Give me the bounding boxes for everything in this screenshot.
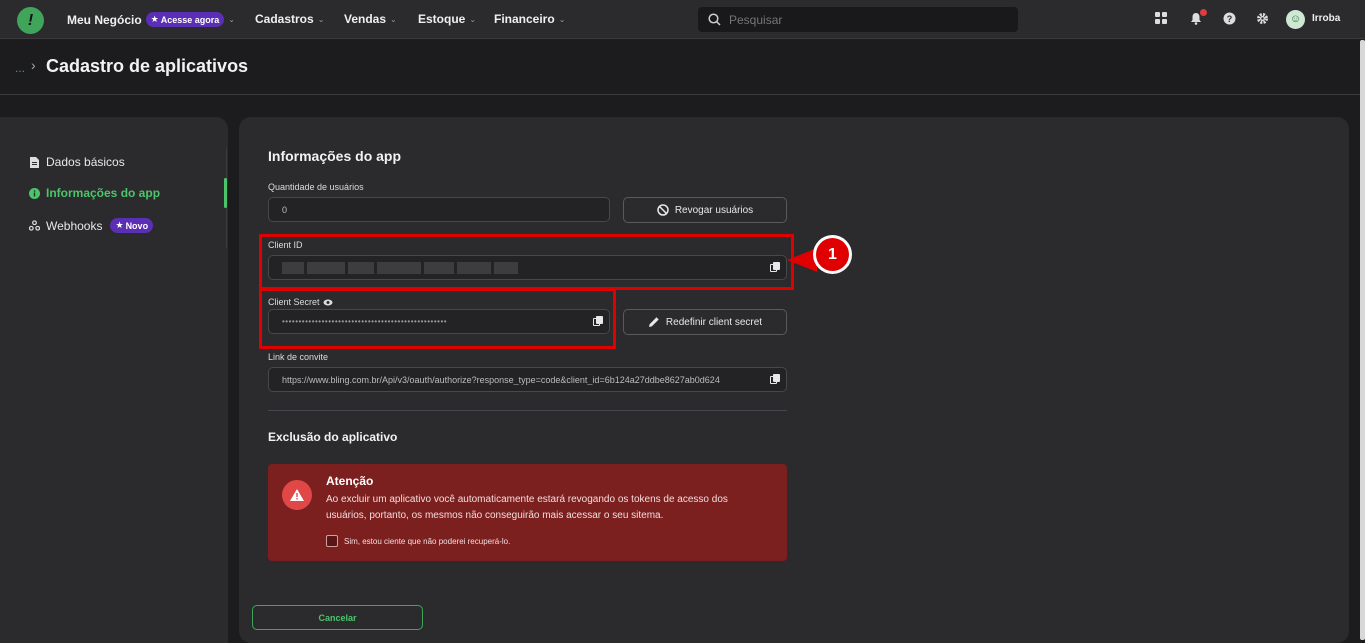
confirm-delete-checkbox-row[interactable]: Sim, estou ciente que não poderei recupe…: [326, 535, 510, 547]
redefine-secret-label: Redefinir client secret: [665, 316, 763, 328]
chevron-down-icon: ⌄: [558, 14, 566, 24]
apps-grid-icon[interactable]: [1155, 12, 1167, 27]
sidebar-item-label: Webhooks: [46, 218, 103, 233]
alert-title: Atenção: [326, 474, 374, 488]
sidebar-item-label: Dados básicos: [46, 155, 125, 169]
search-input[interactable]: [729, 12, 989, 27]
page-title: Cadastro de aplicativos: [46, 56, 249, 76]
warning-icon: [282, 480, 312, 510]
app-logo[interactable]: !: [17, 7, 44, 34]
nav-financeiro[interactable]: Financeiro ⌄: [494, 12, 565, 26]
chevron-down-icon: ⌄: [390, 14, 397, 24]
client-id-highlight: [259, 234, 794, 290]
users-count-label: Quantidade de usuários: [268, 182, 364, 192]
document-icon: [29, 156, 40, 168]
nav-cadastros-label: Cadastros: [255, 12, 314, 26]
invite-link-label: Link de convite: [268, 352, 329, 362]
star-icon: ★: [150, 14, 159, 24]
scrollbar-thumb[interactable]: [1360, 40, 1365, 640]
copy-icon[interactable]: [770, 374, 780, 385]
redefine-secret-button[interactable]: Redefinir client secret: [623, 309, 787, 335]
chevron-down-icon: ⌄: [469, 14, 477, 24]
search-icon: [708, 13, 721, 26]
help-icon[interactable]: ?: [1223, 12, 1236, 28]
sidebar-item-label: Informações do app: [46, 186, 161, 200]
user-name[interactable]: Irroba: [1312, 13, 1340, 24]
confirm-delete-checkbox[interactable]: [326, 535, 338, 547]
avatar[interactable]: ☺: [1286, 10, 1305, 29]
client-secret-highlight: [259, 288, 616, 349]
page-header: ... › Cadastro de aplicativos: [0, 40, 1360, 95]
nav-vendas[interactable]: Vendas ⌄: [344, 12, 397, 26]
nav-cadastros[interactable]: Cadastros ⌄: [255, 12, 324, 26]
breadcrumb-separator: ›: [31, 57, 36, 73]
block-icon: [657, 204, 669, 216]
search-bar[interactable]: [698, 7, 1018, 32]
bell-icon[interactable]: [1190, 9, 1207, 28]
revoke-users-label: Revogar usuários: [674, 204, 754, 216]
breadcrumb-ellipsis[interactable]: ...: [15, 61, 25, 75]
cancel-button[interactable]: Cancelar: [252, 605, 423, 630]
section-divider: [268, 410, 787, 411]
nav-estoque[interactable]: Estoque ⌄: [418, 12, 476, 26]
promo-badge[interactable]: ★ Acesse agora: [145, 12, 225, 27]
info-icon: [29, 187, 40, 199]
nav-meu-negocio[interactable]: Meu Negócio ★ Acesse agora ⌄: [67, 12, 235, 27]
alert-text: Ao excluir um aplicativo você automatica…: [326, 494, 728, 521]
app-info-title: Informações do app: [268, 148, 402, 164]
promo-badge-label: Acesse agora: [160, 14, 220, 25]
pencil-icon: [648, 317, 659, 327]
gear-icon[interactable]: [1256, 12, 1269, 28]
nav-estoque-label: Estoque: [418, 12, 466, 26]
revoke-users-button[interactable]: Revogar usuários: [623, 197, 787, 223]
active-indicator: [224, 178, 227, 208]
users-count-field[interactable]: 0: [268, 197, 610, 222]
nav-financeiro-label: Financeiro: [494, 12, 555, 26]
sidebar-item-dados-basicos[interactable]: Dados básicos: [29, 155, 125, 169]
new-badge: ★ Novo: [110, 218, 154, 233]
deletion-title: Exclusão do aplicativo: [268, 430, 398, 444]
invite-link-value: https://www.bling.com.br/Api/v3/oauth/au…: [282, 374, 720, 385]
svg-text:?: ?: [1227, 14, 1233, 24]
chevron-down-icon: ⌄: [317, 14, 325, 24]
sidebar-item-informacoes-do-app[interactable]: Informações do app: [29, 186, 160, 200]
star-icon: ★: [115, 220, 124, 230]
step-marker: 1: [813, 235, 852, 274]
webhook-icon: [29, 220, 40, 231]
confirm-delete-label: Sim, estou ciente que não poderei recupe…: [344, 536, 511, 546]
users-count-value: 0: [282, 204, 288, 215]
step-number: 1: [816, 238, 849, 271]
nav-vendas-label: Vendas: [344, 12, 387, 26]
invite-link-field[interactable]: https://www.bling.com.br/Api/v3/oauth/au…: [268, 367, 787, 392]
notification-dot: [1200, 9, 1207, 16]
new-badge-label: Novo: [125, 220, 149, 231]
nav-meu-negocio-label: Meu Negócio: [67, 12, 142, 27]
sidebar-item-webhooks[interactable]: Webhooks ★ Novo: [29, 218, 154, 233]
top-navigation-bar: ! Meu Negócio ★ Acesse agora ⌄ Cadastros…: [0, 0, 1365, 39]
chevron-down-icon: ⌄: [228, 15, 235, 24]
warning-alert: Atenção Ao excluir um aplicativo você au…: [268, 464, 787, 561]
